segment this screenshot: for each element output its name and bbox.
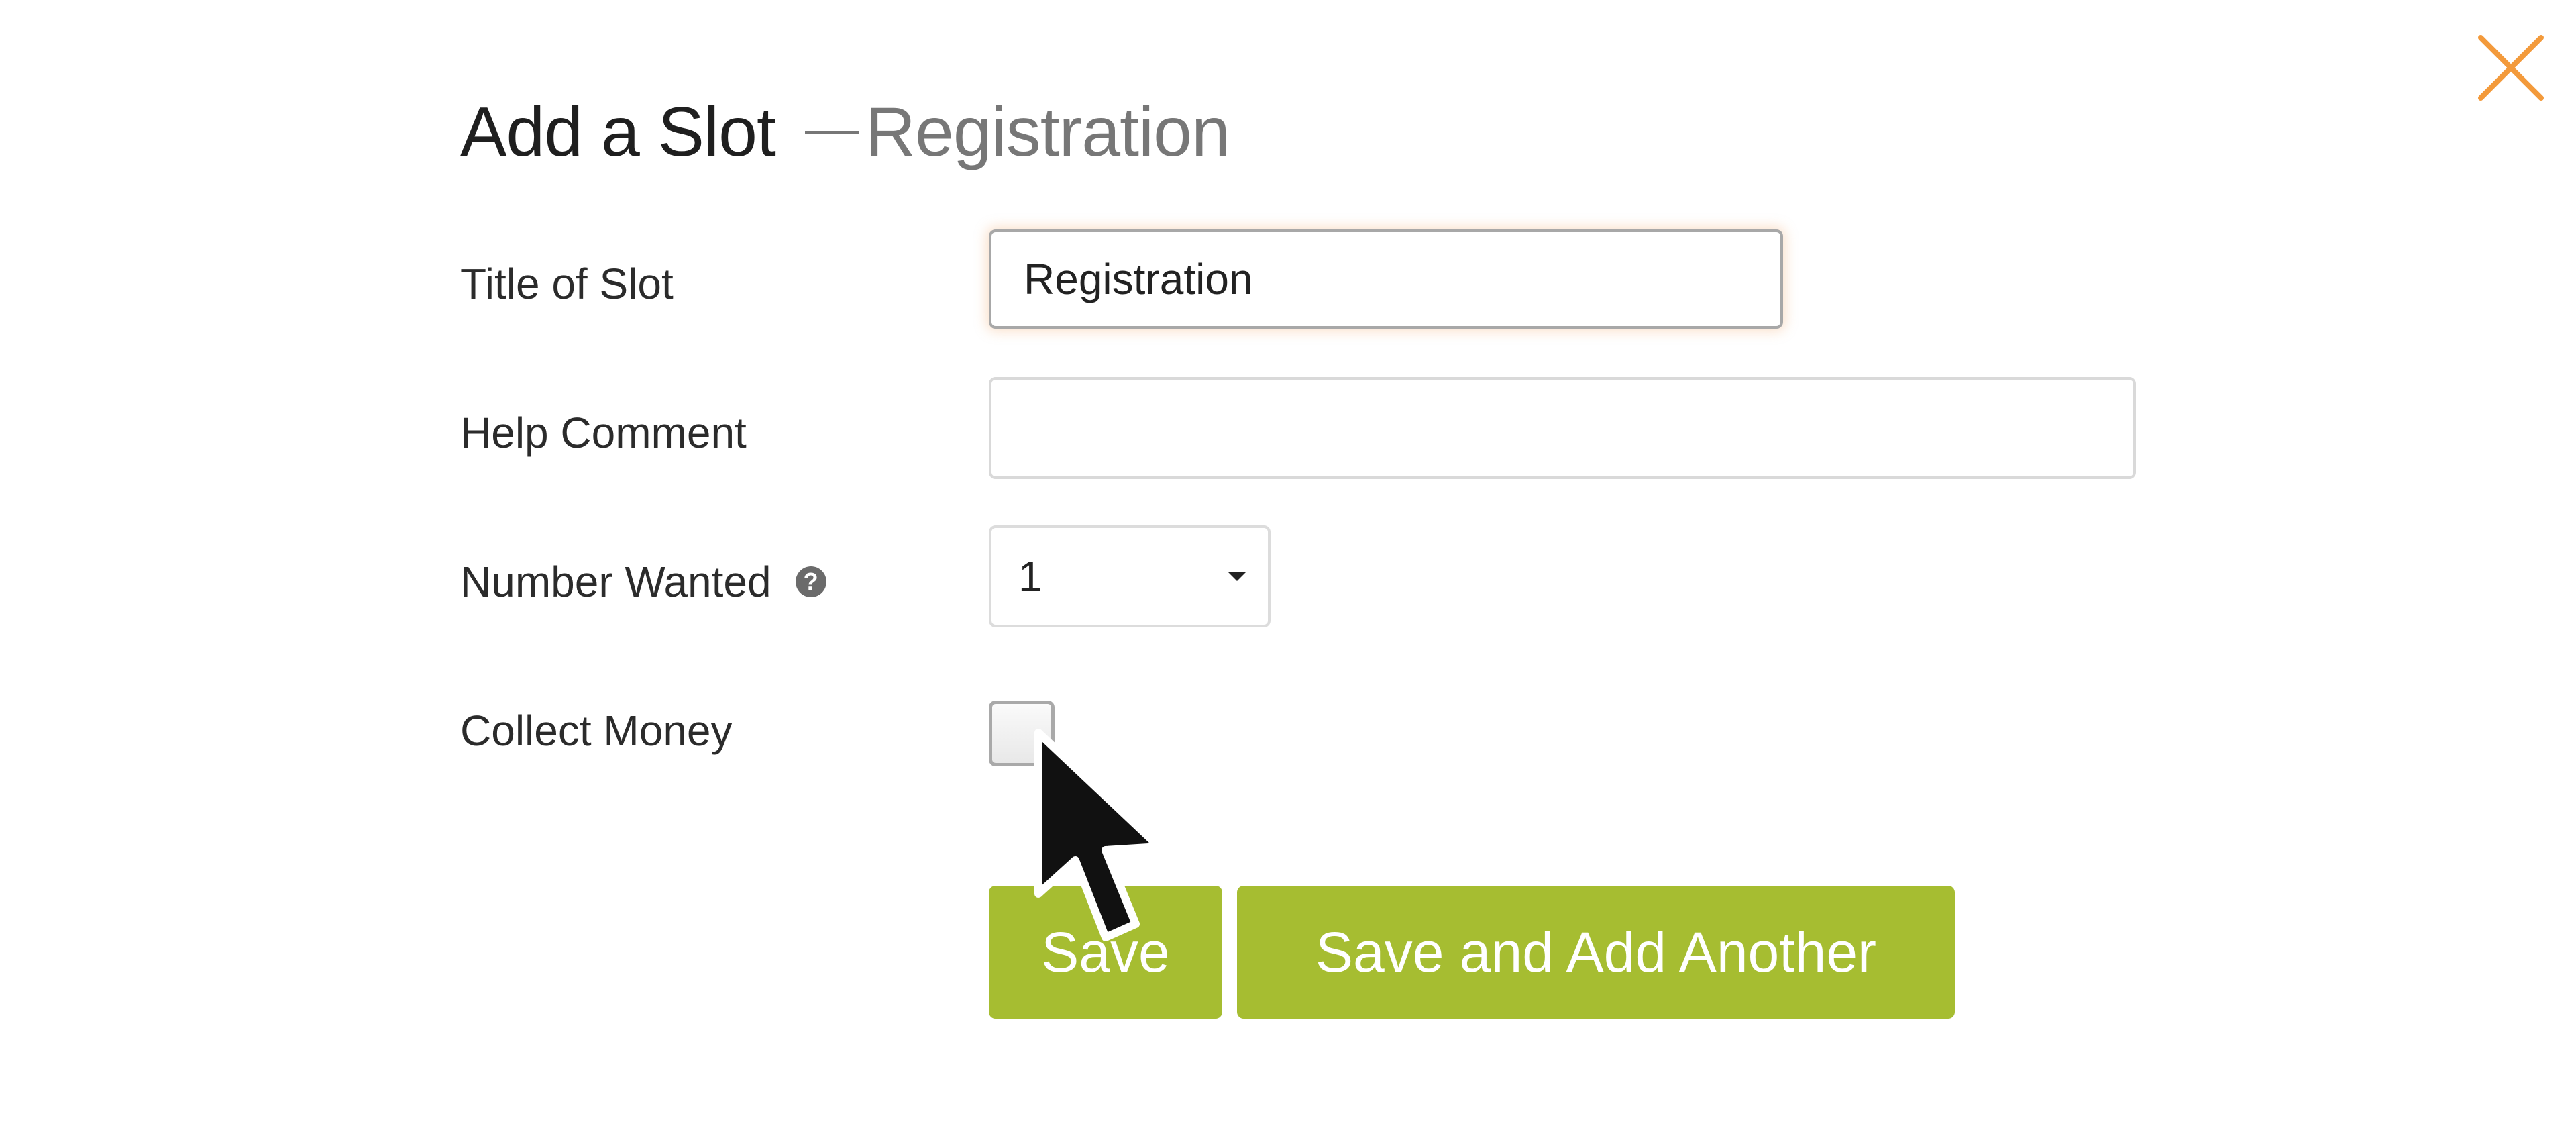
dialog-title-row: Add a Slot Registration xyxy=(460,93,1230,187)
close-icon xyxy=(2478,35,2544,101)
dialog-subtitle: Registration xyxy=(865,93,1230,171)
chevron-down-icon xyxy=(1228,572,1246,581)
title-of-slot-input[interactable] xyxy=(989,229,1783,329)
title-of-slot-label: Title of Slot xyxy=(460,254,674,314)
title-dash xyxy=(804,131,859,134)
save-and-add-another-button[interactable]: Save and Add Another xyxy=(1237,886,1955,1019)
question-circle-icon[interactable]: ? xyxy=(795,566,826,597)
collect-money-label-text: Collect Money xyxy=(460,707,733,755)
number-wanted-label: Number Wanted ? xyxy=(460,552,826,612)
save-button[interactable]: Save xyxy=(989,886,1222,1019)
help-comment-label: Help Comment xyxy=(460,403,747,463)
dialog-title: Add a Slot xyxy=(460,93,776,171)
help-comment-label-text: Help Comment xyxy=(460,409,747,457)
collect-money-checkbox[interactable] xyxy=(989,701,1055,766)
save-button-label: Save xyxy=(1041,920,1170,984)
number-wanted-select[interactable]: 1 xyxy=(989,525,1271,627)
number-wanted-selected-value: 1 xyxy=(1018,552,1042,601)
save-and-add-another-label: Save and Add Another xyxy=(1315,920,1877,984)
number-wanted-label-text: Number Wanted xyxy=(460,558,771,606)
help-comment-input[interactable] xyxy=(989,377,2136,479)
collect-money-label: Collect Money xyxy=(460,701,733,761)
close-button[interactable] xyxy=(2474,31,2548,105)
add-slot-dialog: Add a Slot Registration Title of Slot He… xyxy=(0,0,2576,1132)
title-of-slot-label-text: Title of Slot xyxy=(460,260,674,308)
